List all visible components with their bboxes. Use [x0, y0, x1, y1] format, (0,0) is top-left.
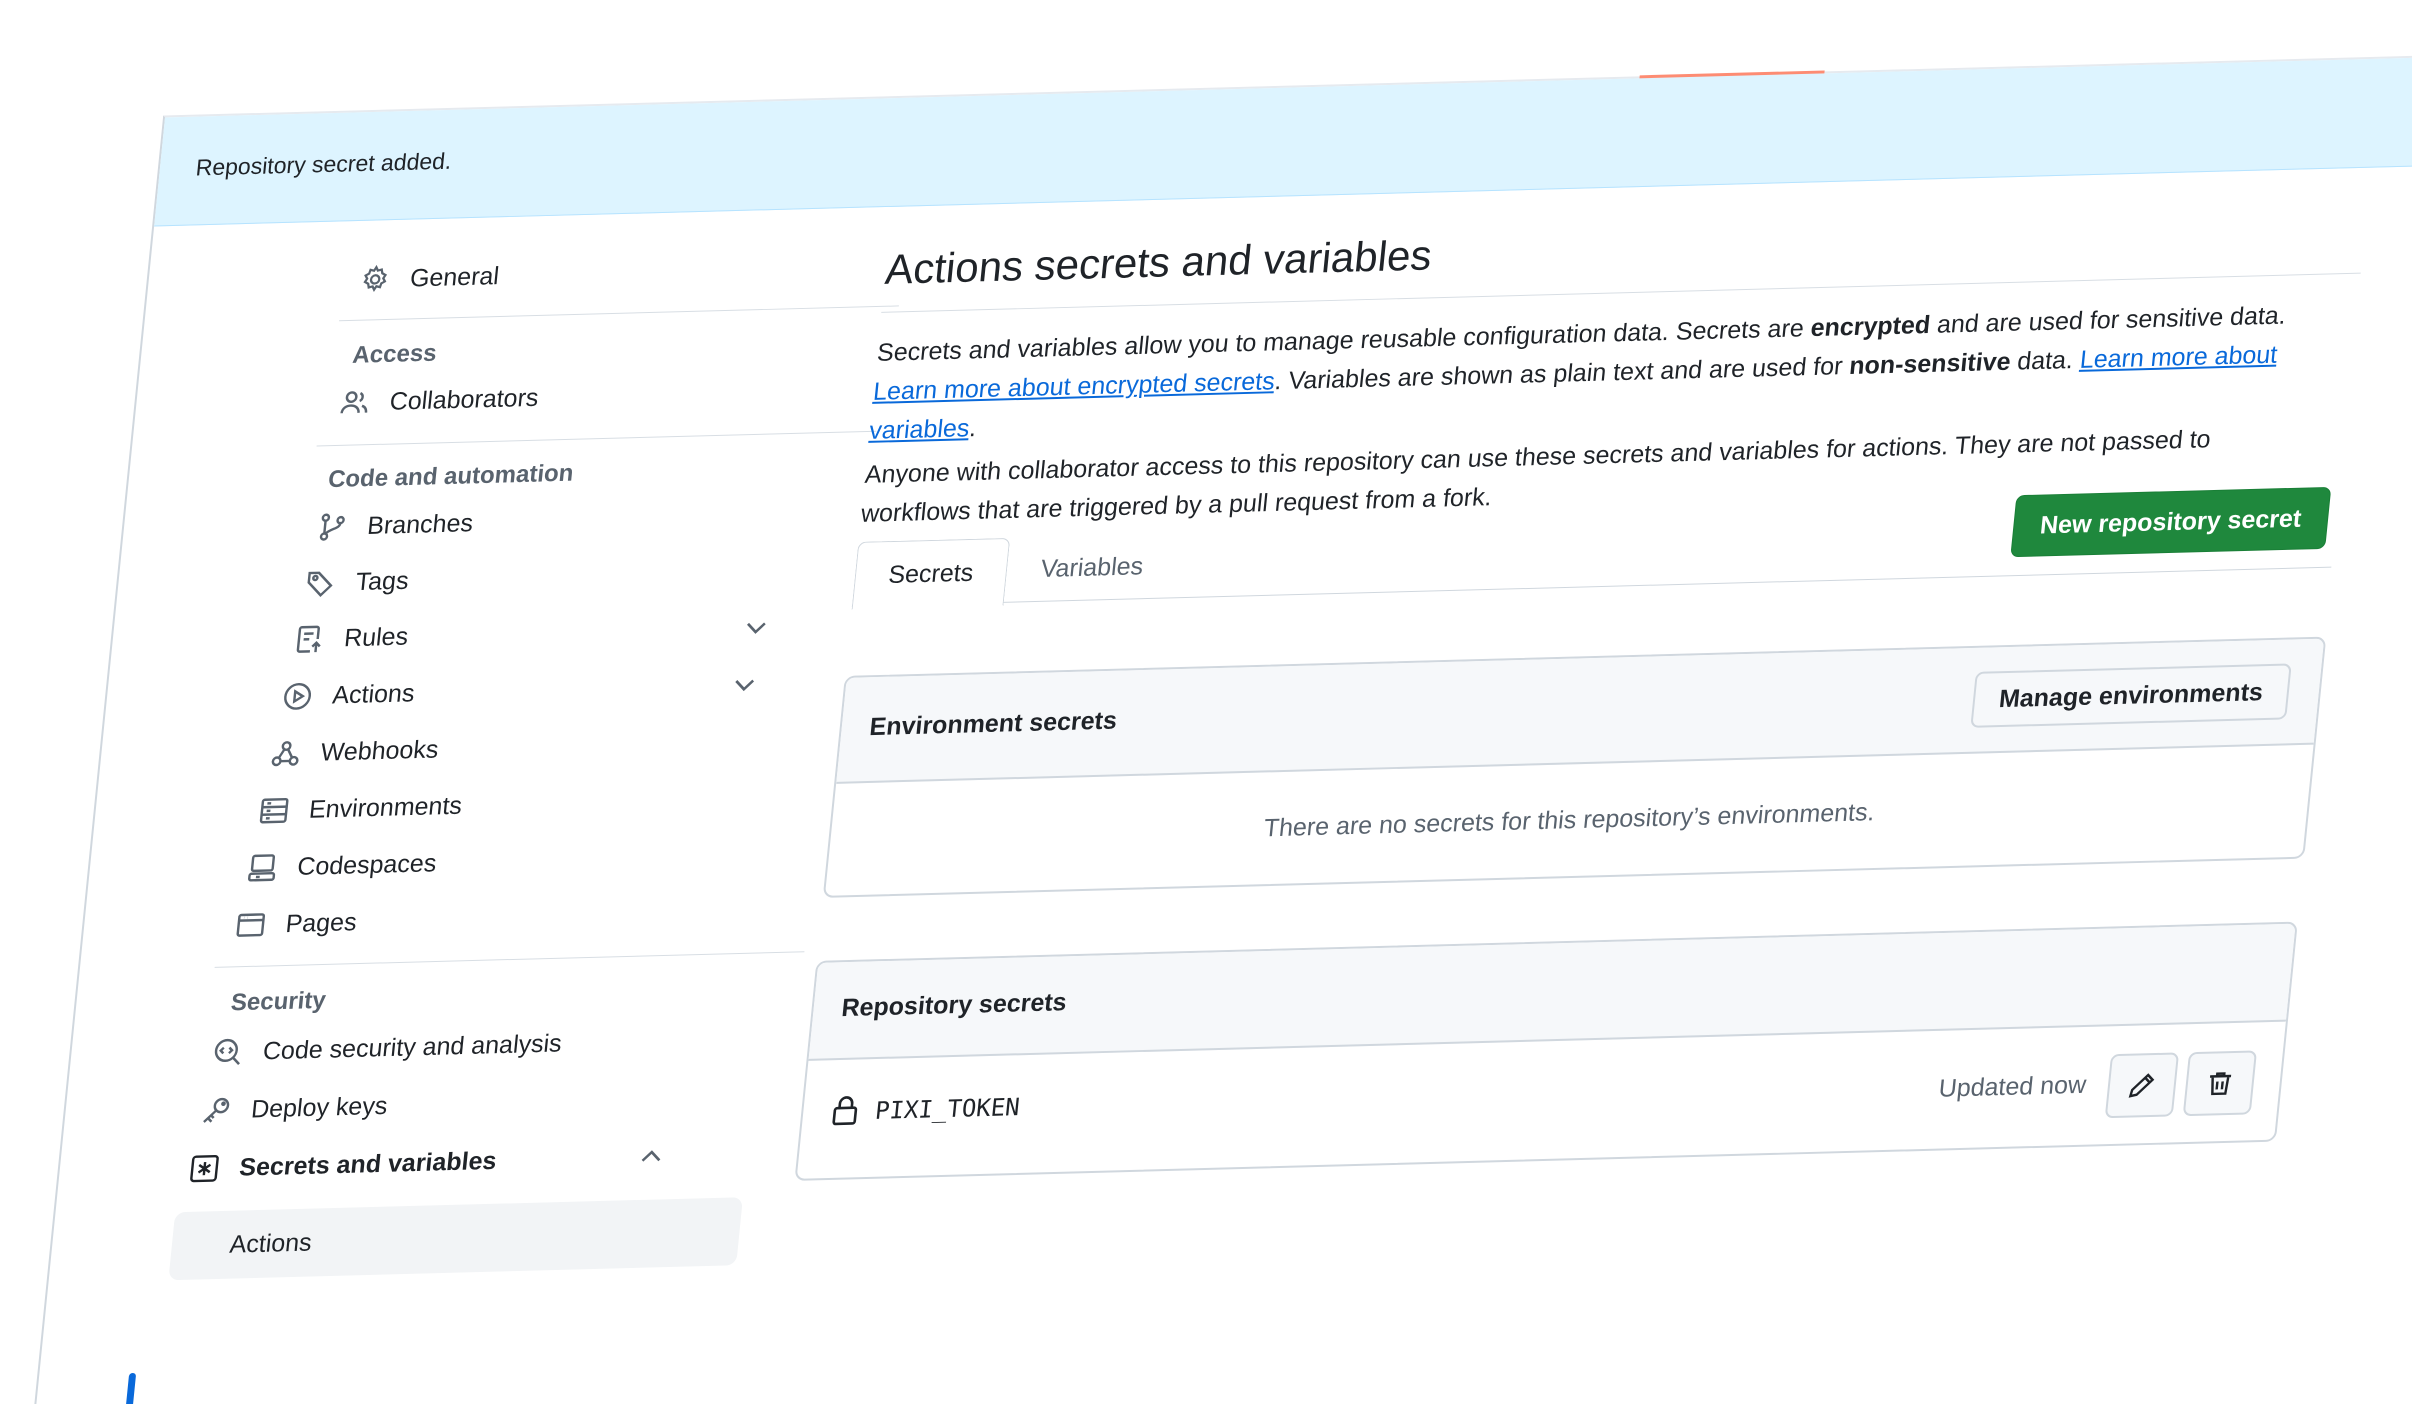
sidebar-item-label: Deploy keys: [249, 1091, 389, 1124]
chevron-down-icon[interactable]: [738, 611, 773, 644]
pencil-icon: [2127, 1071, 2158, 1100]
flash-message: Repository secret added.: [194, 147, 453, 181]
codescan-icon: [209, 1035, 246, 1070]
codespaces-icon: [244, 850, 281, 885]
sidebar-item-label: Rules: [342, 622, 410, 652]
new-repository-secret-button[interactable]: New repository secret: [2010, 486, 2332, 558]
server-icon: [255, 793, 292, 828]
sidebar-item-deploy-keys[interactable]: Deploy keys: [197, 1072, 722, 1136]
chevron-down-icon[interactable]: [727, 668, 762, 701]
sidebar-item-secrets-and-variables[interactable]: Secrets and variables: [185, 1130, 710, 1194]
sidebar-item-label: Branches: [366, 508, 475, 540]
browser-icon: [232, 908, 269, 943]
sidebar-item-label: Secrets and variables: [238, 1146, 498, 1182]
sidebar-group-code-automation: Code and automation: [326, 459, 575, 494]
sidebar-divider: [214, 951, 805, 968]
active-item-indicator: [123, 1372, 137, 1404]
sidebar-item-webhooks[interactable]: Webhooks: [266, 715, 791, 779]
sidebar-item-label: Actions: [331, 678, 416, 709]
gear-icon: [356, 262, 393, 297]
sidebar-item-branches[interactable]: Branches: [313, 489, 838, 553]
sidebar-divider: [316, 430, 877, 447]
people-icon: [336, 385, 373, 420]
sidebar-item-tags[interactable]: Tags: [301, 545, 826, 609]
page-title: Actions secrets and variables: [883, 231, 1434, 293]
secret-updated-time: Updated now: [1937, 1070, 2088, 1103]
settings-window: Repository secret added. General Access …: [31, 55, 2412, 1404]
key-asterisk-icon: [186, 1151, 223, 1186]
trash-icon: [2204, 1069, 2235, 1098]
sidebar-item-code-security[interactable]: Code security and analysis: [209, 1014, 734, 1078]
main-content: Actions secrets and variables Secrets an…: [772, 166, 2381, 1404]
learn-more-secrets-link[interactable]: Learn more about encrypted secrets: [872, 367, 1276, 406]
secret-name: PIXI_TOKEN: [873, 1093, 1022, 1125]
sidebar-item-label: Actions: [228, 1228, 314, 1259]
play-circle-icon: [279, 679, 316, 714]
sidebar-item-pages[interactable]: Pages: [231, 887, 756, 951]
rules-icon: [291, 622, 328, 657]
panel-heading: Repository secrets: [840, 988, 1069, 1023]
sidebar-divider: [339, 305, 899, 322]
desc-text: .: [968, 414, 978, 443]
desc-text: and are used for sensitive data.: [1928, 301, 2288, 339]
key-icon: [198, 1093, 235, 1128]
tab-secrets[interactable]: Secrets: [851, 537, 1011, 610]
sidebar-item-collaborators[interactable]: Collaborators: [335, 364, 860, 428]
sidebar-item-label: General: [408, 261, 501, 292]
settings-page: Repository secret added. General Access …: [0, 0, 2412, 1404]
edit-secret-button[interactable]: [2104, 1052, 2180, 1119]
sidebar-item-label: Code security and analysis: [261, 1028, 564, 1065]
lock-icon: [829, 1093, 863, 1130]
chevron-up-icon[interactable]: [634, 1140, 669, 1173]
git-branch-icon: [314, 509, 351, 544]
sidebar-group-security: Security: [229, 986, 328, 1017]
settings-sidebar: General Access Collaborators Code and au…: [34, 206, 899, 1404]
panel-heading: Environment secrets: [868, 706, 1119, 742]
environment-secrets-panel: Environment secrets Manage environments …: [822, 636, 2327, 898]
sidebar-item-label: Webhooks: [319, 734, 440, 767]
webhook-icon: [267, 736, 304, 771]
sidebar-item-codespaces[interactable]: Codespaces: [243, 830, 768, 894]
sidebar-item-label: Collaborators: [388, 383, 540, 416]
sidebar-item-actions[interactable]: Actions: [278, 658, 803, 722]
desc-emphasis: encrypted: [1809, 310, 1932, 343]
sidebar-item-general[interactable]: General: [356, 241, 881, 305]
desc-emphasis: non-sensitive: [1848, 347, 2012, 381]
desc-text: data.: [2009, 345, 2082, 376]
delete-secret-button[interactable]: [2182, 1050, 2258, 1117]
repository-secrets-panel: Repository secrets PIXI_TOKEN Updated no…: [794, 921, 2298, 1181]
sidebar-item-label: Pages: [284, 907, 359, 938]
desc-text: . Variables are shown as plain text and …: [1273, 352, 1851, 396]
sidebar-item-label: Tags: [354, 566, 411, 596]
sidebar-item-label: Codespaces: [296, 848, 438, 881]
tag-icon: [302, 566, 339, 601]
manage-environments-button[interactable]: Manage environments: [1970, 663, 2292, 728]
tab-variables[interactable]: Variables: [1004, 533, 1180, 602]
sidebar-item-environments[interactable]: Environments: [255, 772, 780, 836]
sidebar-subitem-secrets-actions[interactable]: Actions: [168, 1197, 743, 1281]
sidebar-item-rules[interactable]: Rules: [290, 601, 815, 665]
sidebar-group-access: Access: [351, 339, 438, 369]
screenshot-stage: Repository secret added. General Access …: [0, 0, 2412, 1404]
sidebar-item-label: Environments: [307, 791, 464, 824]
